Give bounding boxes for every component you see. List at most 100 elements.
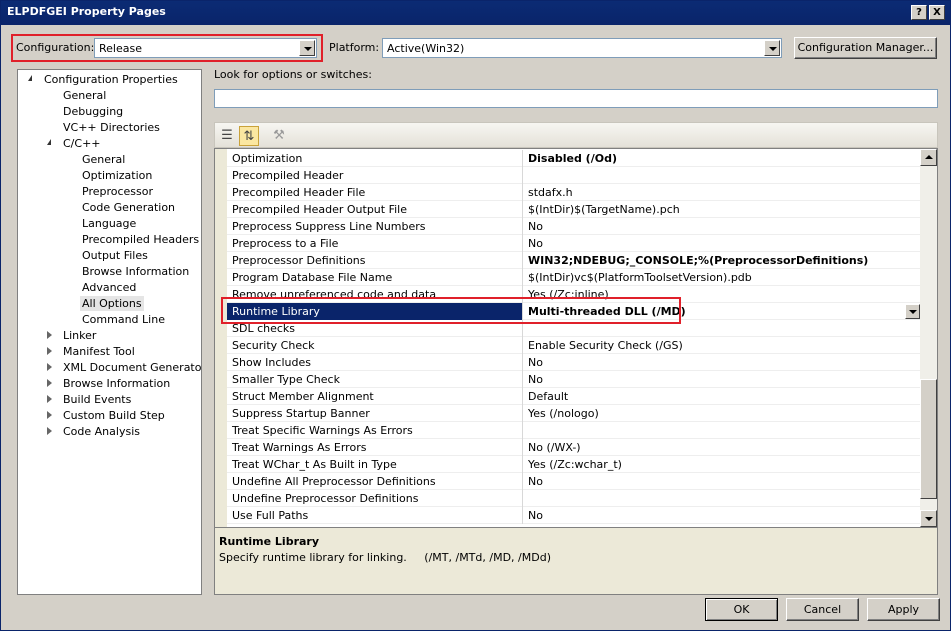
property-row[interactable]: Preprocess to a File No [227,235,921,252]
property-value[interactable]: No [524,507,921,524]
property-row[interactable]: Suppress Startup Banner Yes (/nologo) [227,405,921,422]
property-row[interactable]: Treat Warnings As Errors No (/WX-) [227,439,921,456]
tree-item[interactable]: C/C++ [18,136,201,152]
property-value[interactable]: Default [524,388,921,405]
property-value[interactable]: stdafx.h [524,184,921,201]
property-value[interactable]: No [524,371,921,388]
property-value[interactable] [524,167,921,184]
property-tree[interactable]: Configuration Properties General Debugging… [17,69,202,595]
chevron-down-icon[interactable] [905,304,920,319]
tree-item[interactable]: VC++ Directories [18,120,201,136]
tree-item[interactable]: Custom Build Step [18,408,201,424]
search-input[interactable] [214,89,938,108]
tree-item-label: Configuration Properties [44,73,178,86]
tree-item[interactable]: Command Line [18,312,201,328]
property-row[interactable]: Program Database File Name $(IntDir)vc$(P… [227,269,921,286]
scroll-up-icon[interactable] [920,149,937,166]
tree-item[interactable]: Build Events [18,392,201,408]
tree-item[interactable]: General [18,152,201,168]
tree-item-label: Optimization [82,169,153,182]
tree-item-label: General [82,153,126,166]
tree-item[interactable]: All Options [18,296,201,312]
property-pages-icon[interactable]: ⚒ [269,126,289,146]
property-value[interactable]: Yes (/Zc:wchar_t) [524,456,921,473]
collapsed-arrow-icon[interactable] [47,427,52,435]
property-row[interactable]: Preprocess Suppress Line Numbers No [227,218,921,235]
collapsed-arrow-icon[interactable] [47,347,52,355]
property-value[interactable]: No [524,473,921,490]
tree-item[interactable]: Language [18,216,201,232]
platform-combo[interactable]: Active(Win32) [382,38,782,58]
tree-item[interactable]: Browse Information [18,264,201,280]
tree-item[interactable]: Linker [18,328,201,344]
collapsed-arrow-icon[interactable] [47,331,52,339]
tree-item[interactable]: Advanced [18,280,201,296]
tree-item[interactable]: Manifest Tool [18,344,201,360]
property-value[interactable]: $(IntDir)vc$(PlatformToolsetVersion).pdb [524,269,921,286]
property-value[interactable]: Yes (/nologo) [524,405,921,422]
collapsed-arrow-icon[interactable] [47,379,52,387]
property-value[interactable]: $(IntDir)$(TargetName).pch [524,201,921,218]
platform-label: Platform: [329,41,380,54]
property-row[interactable]: Treat Specific Warnings As Errors [227,422,921,439]
tree-item[interactable]: Debugging [18,104,201,120]
help-button[interactable]: ? [911,5,927,20]
property-value[interactable]: No [524,354,921,371]
tree-item[interactable]: Precompiled Headers [18,232,201,248]
property-value[interactable]: WIN32;NDEBUG;_CONSOLE;%(PreprocessorDefi… [524,252,921,269]
tree-item-label: Language [82,217,137,230]
tree-item[interactable]: Code Generation [18,200,201,216]
tree-item-label: Debugging [63,105,124,118]
property-value[interactable] [524,490,921,507]
property-value[interactable]: Disabled (/Od) [524,150,921,167]
close-button[interactable]: X [929,5,945,20]
property-value[interactable]: No [524,218,921,235]
configuration-manager-button[interactable]: Configuration Manager... [794,37,937,59]
property-value[interactable]: No (/WX-) [524,439,921,456]
tree-item-label: Build Events [63,393,132,406]
property-row[interactable]: Optimization Disabled (/Od) [227,150,921,167]
tree-item-label: General [63,89,107,102]
property-name: Smaller Type Check [227,371,523,388]
property-value[interactable]: No [524,235,921,252]
chevron-down-icon[interactable] [764,40,780,56]
property-value[interactable]: Enable Security Check (/GS) [524,337,921,354]
collapsed-arrow-icon[interactable] [47,363,52,371]
collapsed-arrow-icon[interactable] [47,395,52,403]
property-row[interactable]: Treat WChar_t As Built in Type Yes (/Zc:w… [227,456,921,473]
property-row[interactable]: Precompiled Header Output File $(IntDir)$… [227,201,921,218]
property-row[interactable]: Preprocessor Definitions WIN32;NDEBUG;_CO… [227,252,921,269]
property-name: Undefine Preprocessor Definitions [227,490,523,507]
property-name: Security Check [227,337,523,354]
tree-item[interactable]: Output Files [18,248,201,264]
scroll-down-icon[interactable] [920,510,937,527]
property-row[interactable]: Struct Member Alignment Default [227,388,921,405]
property-value[interactable] [524,422,921,439]
apply-button[interactable]: Apply [867,598,940,621]
tree-item[interactable]: Configuration Properties [18,72,201,88]
property-row[interactable]: Undefine All Preprocessor Definitions No [227,473,921,490]
expanded-arrow-icon[interactable] [28,75,32,81]
tree-item[interactable]: Code Analysis [18,424,201,440]
alphabetical-sort-icon[interactable]: ⇅ [239,126,259,146]
cancel-button[interactable]: Cancel [786,598,859,621]
categorized-icon[interactable]: ☰ [217,126,237,146]
tree-item[interactable]: XML Document Generator [18,360,201,376]
property-name: Preprocess to a File [227,235,523,252]
tree-item[interactable]: Optimization [18,168,201,184]
tree-item[interactable]: Browse Information [18,376,201,392]
property-row[interactable]: Smaller Type Check No [227,371,921,388]
property-row[interactable]: Show Includes No [227,354,921,371]
ok-button[interactable]: OK [705,598,778,621]
property-row[interactable]: Use Full Paths No [227,507,921,524]
expanded-arrow-icon[interactable] [47,139,51,145]
property-row[interactable]: Precompiled Header [227,167,921,184]
scroll-thumb[interactable] [920,379,937,499]
tree-item[interactable]: Preprocessor [18,184,201,200]
vertical-scrollbar[interactable] [920,149,937,527]
collapsed-arrow-icon[interactable] [47,411,52,419]
property-row[interactable]: Precompiled Header File stdafx.h [227,184,921,201]
property-row[interactable]: Undefine Preprocessor Definitions [227,490,921,507]
tree-item[interactable]: General [18,88,201,104]
property-row[interactable]: Security Check Enable Security Check (/GS… [227,337,921,354]
